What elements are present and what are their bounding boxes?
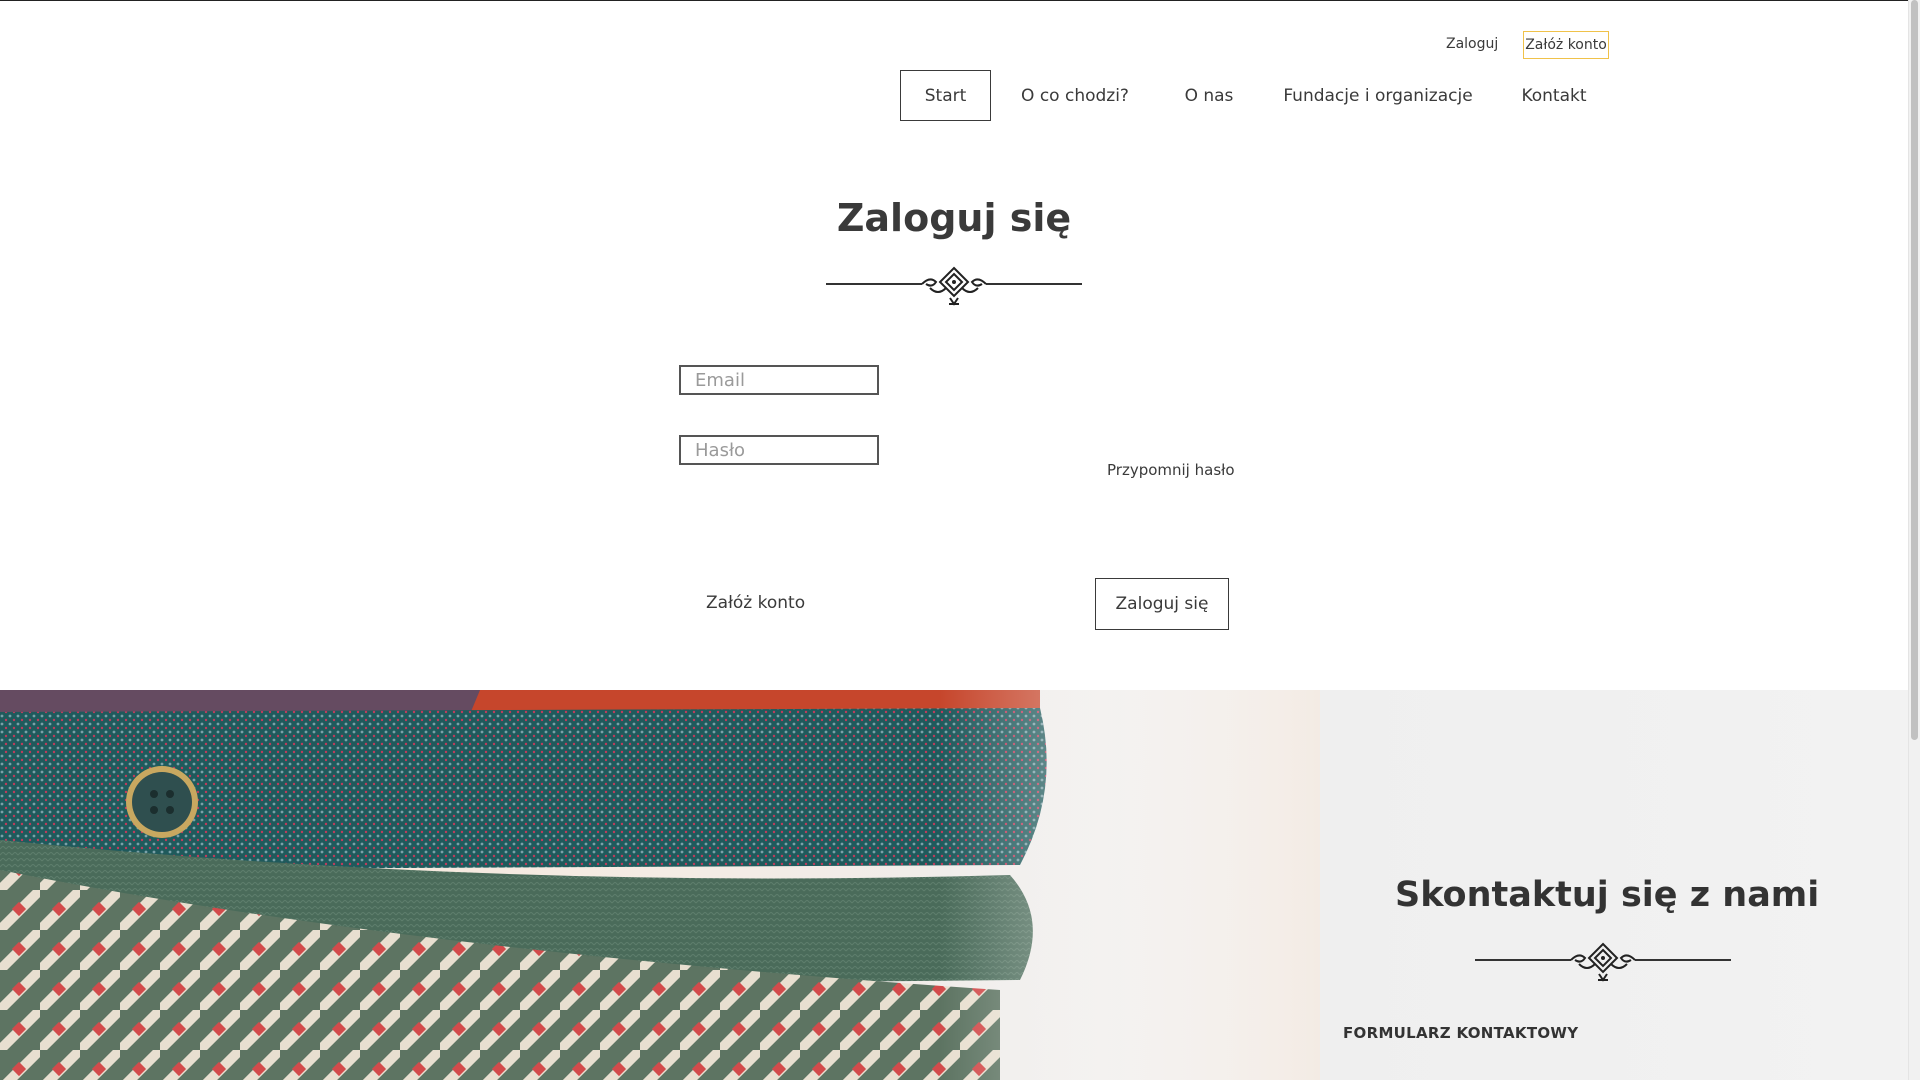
password-input[interactable] xyxy=(679,435,879,465)
top-divider xyxy=(0,0,1909,1)
login-title: Zaloguj się xyxy=(836,196,1072,240)
contact-form-label: FORMULARZ KONTAKTOWY xyxy=(1343,1024,1579,1042)
register-link[interactable]: Załóż konto xyxy=(1523,31,1609,59)
page-scrollbar[interactable] xyxy=(1908,0,1920,1080)
remind-password-link[interactable]: Przypomnij hasło xyxy=(1107,461,1235,479)
nav-item-fundacje[interactable]: Fundacje i organizacje xyxy=(1283,70,1472,121)
decorative-divider-icon xyxy=(826,266,1082,306)
email-input[interactable] xyxy=(679,365,879,395)
login-submit-button[interactable]: Zaloguj się xyxy=(1095,578,1229,630)
nav-item-kontakt[interactable]: Kontakt xyxy=(1507,70,1601,121)
nav-item-o-co-chodzi[interactable]: O co chodzi? xyxy=(1017,70,1133,121)
contact-section: Skontaktuj się z nami FORMULARZ KONTAKTO… xyxy=(0,690,1909,1080)
decorative-divider-icon xyxy=(1475,942,1731,982)
nav-item-start[interactable]: Start xyxy=(900,70,991,121)
page: Zaloguj Załóż konto Start O co chodzi? O… xyxy=(0,0,1920,1080)
contact-title: Skontaktuj się z nami xyxy=(1395,875,1820,915)
login-link[interactable]: Zaloguj xyxy=(1446,36,1498,52)
register-account-link[interactable]: Załóż konto xyxy=(706,593,805,613)
scrollbar-thumb[interactable] xyxy=(1911,0,1918,740)
nav-item-o-nas[interactable]: O nas xyxy=(1170,70,1248,121)
